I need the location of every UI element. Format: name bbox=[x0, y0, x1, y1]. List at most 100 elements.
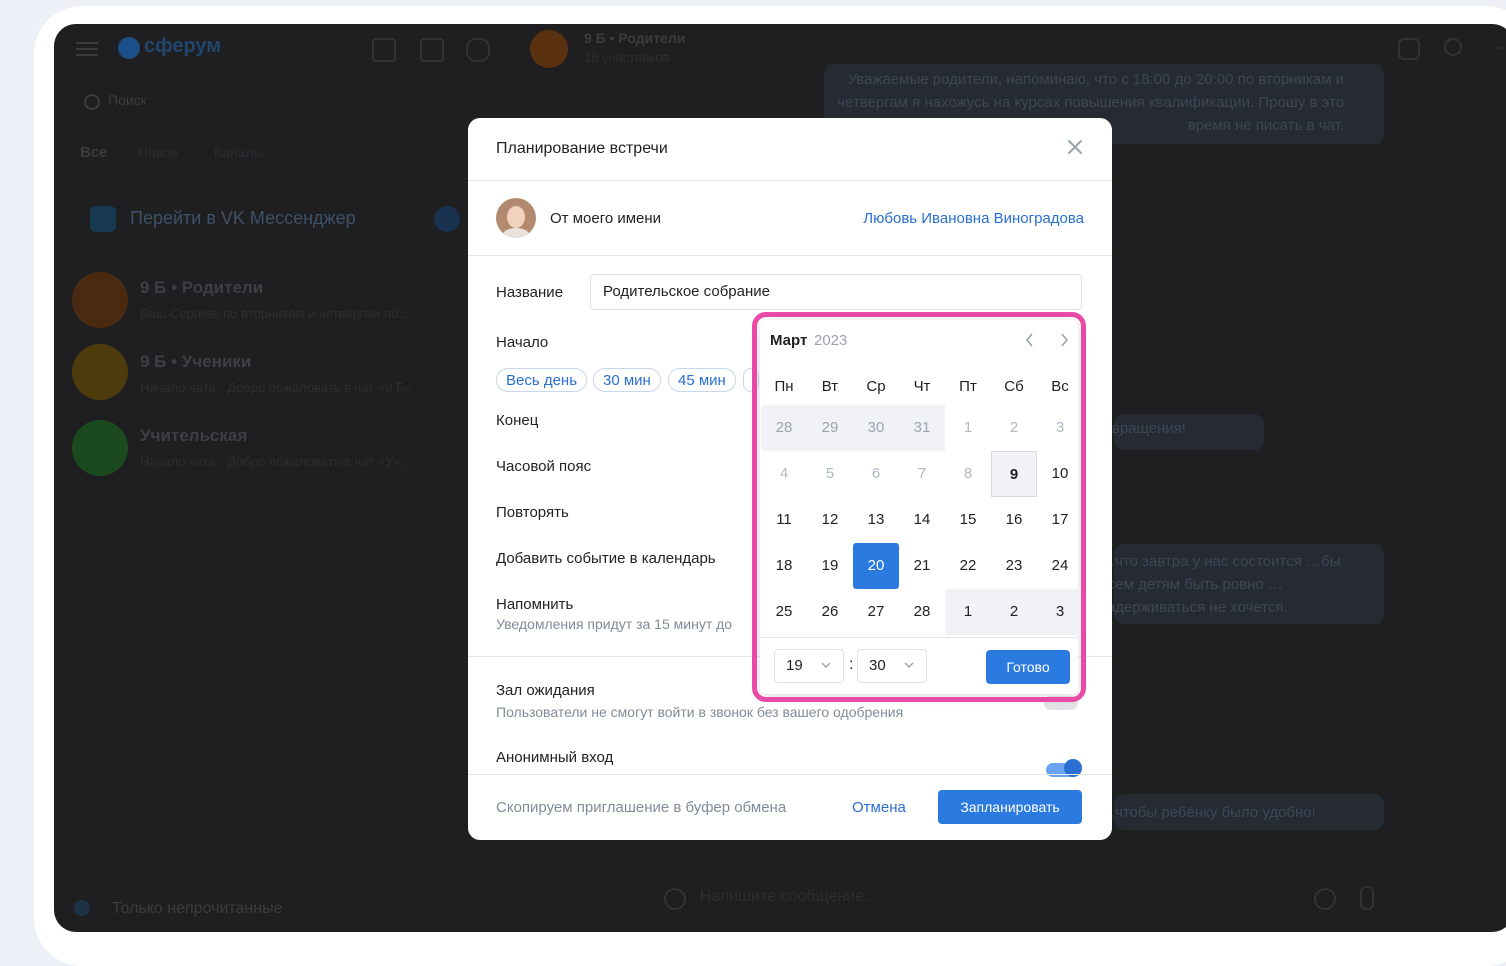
chat-item-name[interactable]: 9 Б • Родители bbox=[140, 278, 263, 298]
cancel-button[interactable]: Отмена bbox=[852, 799, 906, 816]
calendar-day[interactable]: 5 bbox=[807, 451, 853, 497]
calendar-day[interactable]: 25 bbox=[761, 589, 807, 635]
calendar-day-today[interactable]: 9 bbox=[991, 451, 1037, 497]
tab-all[interactable]: Все bbox=[80, 144, 108, 161]
divider bbox=[760, 637, 1078, 638]
calendar-day[interactable]: 16 bbox=[991, 497, 1037, 543]
calendar-day[interactable]: 29 bbox=[807, 405, 853, 451]
calendar-day[interactable]: 30 bbox=[853, 405, 899, 451]
calendar-day[interactable]: 6 bbox=[853, 451, 899, 497]
waiting-room-sub: Пользователи не смогут войти в звонок бе… bbox=[496, 704, 904, 720]
calendar-day[interactable]: 23 bbox=[991, 543, 1037, 589]
avatar bbox=[72, 344, 128, 400]
more-icon[interactable]: ⋯ bbox=[1490, 38, 1506, 58]
calendar-day[interactable]: 24 bbox=[1037, 543, 1083, 589]
weekday-label: Ср bbox=[866, 378, 886, 395]
calendar-day[interactable]: 1 bbox=[945, 405, 991, 451]
duration-more-chip[interactable] bbox=[743, 368, 759, 392]
calendar-day[interactable]: 7 bbox=[899, 451, 945, 497]
vk-messenger-icon bbox=[90, 206, 116, 232]
divider bbox=[468, 180, 1112, 181]
search-chat-icon[interactable] bbox=[1444, 38, 1462, 56]
calendar-day[interactable]: 21 bbox=[899, 543, 945, 589]
done-button[interactable]: Готово bbox=[986, 650, 1070, 684]
waiting-room-label: Зал ожидания bbox=[496, 682, 595, 699]
prev-month-icon[interactable] bbox=[1022, 330, 1038, 350]
calendar-day[interactable]: 14 bbox=[899, 497, 945, 543]
next-month-icon[interactable] bbox=[1056, 330, 1072, 350]
logo-icon bbox=[118, 37, 140, 59]
calendar-day[interactable]: 3 bbox=[1037, 589, 1083, 635]
waiting-room-toggle[interactable] bbox=[1044, 696, 1078, 710]
calendar-day[interactable]: 4 bbox=[761, 451, 807, 497]
calendar-day[interactable]: 15 bbox=[945, 497, 991, 543]
message-text: …чтобы ребёнку было удобно! bbox=[1100, 804, 1316, 821]
weekday-label: Вт bbox=[821, 378, 839, 395]
hour-select[interactable]: 19 bbox=[774, 649, 844, 683]
calendar-day[interactable]: 26 bbox=[807, 589, 853, 635]
new-call-icon[interactable] bbox=[372, 38, 396, 62]
calendar-day[interactable]: 27 bbox=[853, 589, 899, 635]
message-input[interactable]: Напишите сообщение... bbox=[700, 888, 877, 906]
end-label: Конец bbox=[496, 412, 539, 429]
phone-icon[interactable] bbox=[1398, 38, 1420, 60]
message-text: …что завтра у нас состоится …бы всем дет… bbox=[1100, 553, 1341, 616]
tab-channels[interactable]: Каналы bbox=[214, 144, 264, 160]
vk-messenger-link[interactable]: Перейти в VK Мессенджер bbox=[130, 208, 356, 229]
duration-30-chip[interactable]: 30 мин bbox=[593, 368, 661, 392]
calendar-day[interactable]: 28 bbox=[899, 589, 945, 635]
repeat-label: Повторять bbox=[496, 504, 569, 521]
attach-icon[interactable] bbox=[664, 888, 686, 910]
from-user-link[interactable]: Любовь Ивановна Виноградова bbox=[863, 210, 1084, 227]
calendar-day[interactable]: 13 bbox=[853, 497, 899, 543]
weekday-label: Сб bbox=[1004, 378, 1024, 395]
minute-value: 30 bbox=[869, 657, 886, 674]
menu-icon[interactable] bbox=[76, 40, 98, 56]
unread-only-toggle[interactable]: Только непрочитанные bbox=[112, 900, 283, 918]
calendar-day[interactable]: 8 bbox=[945, 451, 991, 497]
avatar bbox=[72, 420, 128, 476]
meeting-name-input[interactable]: Родительское собрание bbox=[590, 274, 1082, 310]
calendar-day[interactable]: 2 bbox=[991, 405, 1037, 451]
calendar-day[interactable]: 1 bbox=[945, 589, 991, 635]
calendar-day[interactable]: 10 bbox=[1037, 451, 1083, 497]
schedule-button[interactable]: Запланировать bbox=[938, 790, 1082, 824]
calendar-day[interactable]: 22 bbox=[945, 543, 991, 589]
chevron-down-icon bbox=[902, 650, 916, 694]
minute-select[interactable]: 30 bbox=[857, 649, 927, 683]
search-input[interactable]: Поиск bbox=[108, 92, 147, 108]
chat-item-name[interactable]: Учительская bbox=[140, 426, 247, 446]
calendar-day[interactable]: 18 bbox=[761, 543, 807, 589]
remind-label: Напомнить bbox=[496, 596, 574, 613]
calendar-day[interactable]: 17 bbox=[1037, 497, 1083, 543]
duration-all-day-chip[interactable]: Весь день bbox=[496, 368, 588, 392]
search-icon bbox=[84, 94, 100, 110]
calendar-day[interactable]: 2 bbox=[991, 589, 1037, 635]
microphone-icon[interactable] bbox=[1360, 886, 1374, 910]
emoji-icon[interactable] bbox=[1314, 888, 1336, 910]
close-icon[interactable] bbox=[1064, 136, 1086, 158]
hour-value: 19 bbox=[786, 657, 803, 674]
compose-icon[interactable] bbox=[466, 38, 490, 62]
weekday-label: Вс bbox=[1051, 378, 1069, 395]
dialog-title: Планирование встречи bbox=[496, 140, 668, 157]
duration-45-chip[interactable]: 45 мин bbox=[668, 368, 736, 392]
calendar-day[interactable]: 3 bbox=[1037, 405, 1083, 451]
calendar-day[interactable]: 31 bbox=[899, 405, 945, 451]
date-picker: Март 2023 Пн Вт Ср Чт Пт Сб Вс 28 29 30 … bbox=[760, 320, 1083, 694]
calendar-month: Март bbox=[770, 332, 808, 349]
calendar-day[interactable]: 12 bbox=[807, 497, 853, 543]
chat-item-name[interactable]: 9 Б • Ученики bbox=[140, 352, 251, 372]
calendar-day[interactable]: 11 bbox=[761, 497, 807, 543]
weekday-label: Пт bbox=[959, 378, 977, 395]
calendar-day[interactable]: 28 bbox=[761, 405, 807, 451]
calendar-icon[interactable] bbox=[420, 38, 444, 62]
calendar-day[interactable]: 19 bbox=[807, 543, 853, 589]
divider bbox=[468, 255, 1112, 256]
chat-item-preview: Ваш Сергеев по вторникам и четвергам по.… bbox=[140, 306, 410, 321]
tab-new[interactable]: Новое bbox=[138, 144, 179, 160]
remind-sub: Уведомления придут за 15 минут до bbox=[496, 616, 733, 632]
vk-badge bbox=[434, 206, 460, 232]
name-label: Название bbox=[496, 284, 564, 301]
calendar-day-selected[interactable]: 20 bbox=[853, 543, 899, 589]
